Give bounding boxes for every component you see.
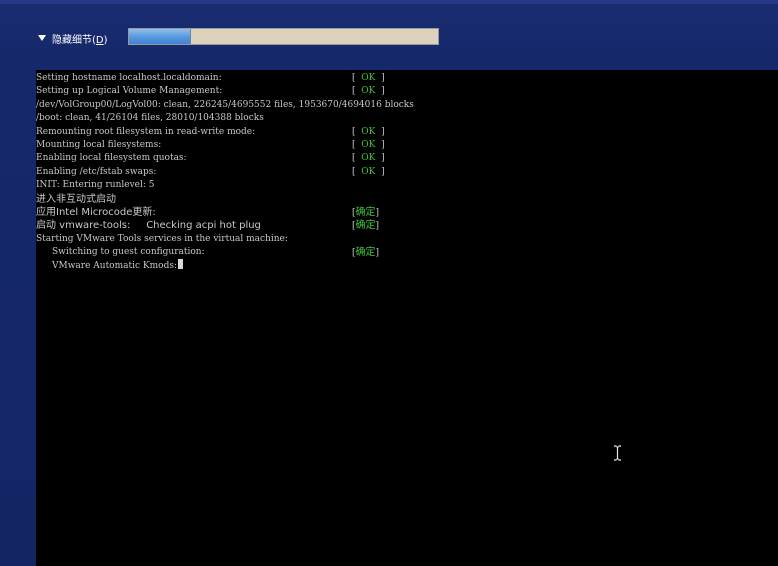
console-line: Switching to guest configuration: [确定] [36,246,778,259]
console-line-text: 进入非互动式启动 [36,193,116,205]
console-line-text: Switching to guest configuration: [52,247,205,258]
boot-progress-fill [129,29,191,44]
console-line-text: /boot: clean, 41/26104 files, 28010/1043… [36,113,264,124]
text-cursor-icon [178,259,183,270]
console-line-text: Setting up Logical Volume Management: [36,86,223,97]
console-line-text: Starting VMware Tools services in the vi… [36,233,288,244]
console-line: VMware Automatic Kmods: [36,259,778,272]
status-ok: [ OK ] [352,153,385,164]
console-line-text: 启动 vmware-tools: Checking acpi hot plug [36,220,261,232]
console-line-text: /dev/VolGroup00/LogVol00: clean, 226245/… [36,99,414,110]
console-line: INIT: Entering runlevel: 5 [36,179,778,192]
console-line: 启动 vmware-tools: Checking acpi hot plug [… [36,219,778,232]
hide-details-label: 隐藏细节(D) [52,34,108,46]
console-line: /boot: clean, 41/26104 files, 28010/1043… [36,112,778,125]
status-confirm: [确定] [352,220,380,232]
status-ok: [ OK ] [352,139,385,150]
installer-window: 隐藏细节(D) Setting hostname localhost.local… [0,0,778,566]
boot-progress-bar [128,28,439,45]
status-confirm: [确定] [352,206,380,218]
status-ok: [ OK ] [352,126,385,137]
console-line-text: Enabling /etc/fstab swaps: [36,166,157,177]
console-line: Starting VMware Tools services in the vi… [36,233,778,246]
console-line-text: VMware Automatic Kmods: [52,259,183,273]
console-line: Enabling /etc/fstab swaps: [ OK ] [36,166,778,179]
console-line: Setting up Logical Volume Management: [ O… [36,85,778,98]
triangle-down-icon [38,35,46,41]
top-border [0,0,778,4]
console-line: Mounting local filesystems: [ OK ] [36,139,778,152]
status-confirm: [确定] [352,247,380,259]
status-ok: [ OK ] [352,86,385,97]
console-line: 应用Intel Microcode更新: [确定] [36,206,778,219]
i-beam-cursor-icon [614,445,621,461]
console-line-text: Mounting local filesystems: [36,139,162,150]
status-ok: [ OK ] [352,73,385,83]
console-line: Remounting root filesystem in read-write… [36,126,778,139]
console-line: 进入非互动式启动 [36,193,778,206]
console-line: Enabling local filesystem quotas: [ OK ] [36,152,778,165]
console-line-text: Enabling local filesystem quotas: [36,153,187,164]
console-line-text: INIT: Entering runlevel: 5 [36,180,155,191]
boot-console: Setting hostname localhost.localdomain: [… [36,70,778,566]
console-line-text: Setting hostname localhost.localdomain: [36,73,222,83]
hide-details-toggle[interactable]: 隐藏细节(D) [38,30,108,46]
status-ok: [ OK ] [352,166,385,177]
console-line-text: Remounting root filesystem in read-write… [36,126,256,137]
console-line-text: 应用Intel Microcode更新: [36,206,156,218]
console-line: Setting hostname localhost.localdomain: [… [36,72,778,85]
console-line: /dev/VolGroup00/LogVol00: clean, 226245/… [36,99,778,112]
